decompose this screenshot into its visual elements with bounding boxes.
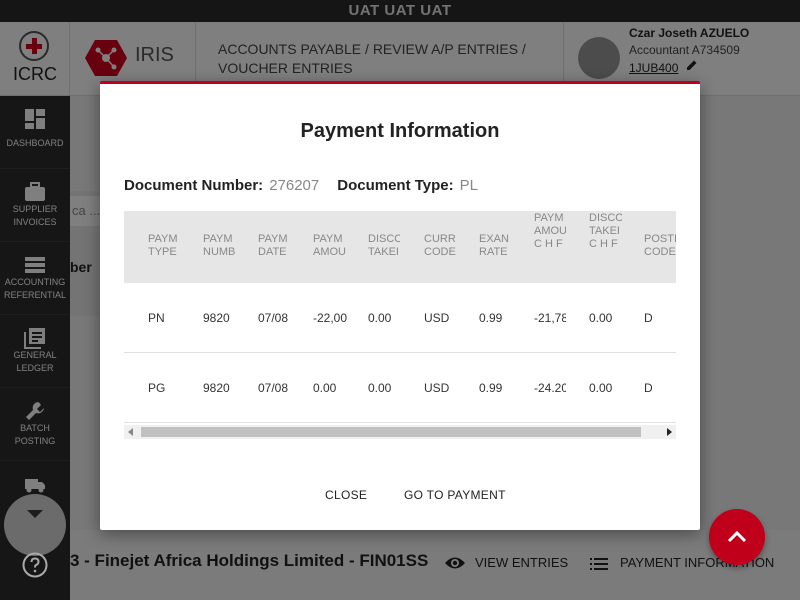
table-cell: 0.00 (368, 311, 392, 325)
table-cell: -24.20 (534, 381, 566, 395)
table-cell: -21,78 (534, 311, 566, 325)
table-cell: 0.99 (479, 311, 503, 325)
scrollbar-thumb[interactable] (141, 427, 641, 437)
column-header[interactable]: PAYM TYPE (148, 233, 184, 273)
table-cell: 9820 (203, 311, 230, 325)
column-header[interactable]: PAYM NUMB (203, 233, 235, 273)
help-icon[interactable] (22, 552, 48, 578)
collapse-sidebar-button[interactable] (4, 494, 66, 556)
scroll-left-icon[interactable] (128, 428, 133, 436)
table-header: PAYM TYPE PAYM NUMB PAYM DATE PAYM AMOU … (124, 211, 676, 283)
table-cell: 9820 (203, 381, 230, 395)
column-header[interactable]: EXAN RATE (479, 233, 511, 273)
column-header[interactable]: DISCO TAKEI (368, 233, 400, 273)
scroll-to-top-button[interactable] (709, 509, 765, 565)
column-header[interactable]: PAYM DATE (258, 233, 290, 273)
table-cell: 0.00 (368, 381, 392, 395)
table-cell: D (644, 381, 653, 395)
document-type-label: Document Type: (337, 177, 454, 194)
table-cell: 0.00 (589, 311, 613, 325)
table-cell: PN (148, 311, 165, 325)
horizontal-scrollbar[interactable] (124, 425, 676, 439)
payment-table[interactable]: PAYM TYPE PAYM NUMB PAYM DATE PAYM AMOU … (124, 211, 676, 441)
table-cell: PG (148, 381, 166, 395)
table-cell: 0.00 (313, 381, 337, 395)
chevron-up-icon (727, 530, 747, 543)
table-cell: 0.00 (589, 381, 613, 395)
close-button[interactable]: CLOSE (325, 488, 367, 502)
table-cell: USD (424, 311, 450, 325)
column-header[interactable]: PAYM AMOU C H F (534, 212, 566, 282)
table-row[interactable]: PN 9820 07/08 -22,00 0.00 USD 0.99 -21,7… (124, 283, 676, 353)
table-cell: 07/08 (258, 311, 289, 325)
document-number-label: Document Number: (124, 177, 264, 194)
column-header[interactable]: DISCO TAKEI C H F (589, 212, 622, 282)
table-cell: D (644, 311, 653, 325)
scroll-right-icon[interactable] (667, 428, 672, 436)
document-type-value: PL (459, 177, 479, 194)
column-header[interactable]: POSTI CODE (644, 233, 676, 273)
go-to-payment-button[interactable]: GO TO PAYMENT (404, 488, 506, 502)
payment-information-dialog: Payment Information Document Number: 2762… (100, 81, 700, 530)
document-number-value: 276207 (269, 177, 320, 194)
table-cell: 0.99 (479, 381, 503, 395)
dialog-title: Payment Information (300, 120, 500, 142)
table-row[interactable]: PG 9820 07/08 0.00 0.00 USD 0.99 -24.20 … (124, 353, 676, 423)
table-cell: -22,00 (313, 311, 347, 325)
column-header[interactable]: PAYM AMOU (313, 233, 346, 273)
table-cell: 07/08 (258, 381, 289, 395)
column-header[interactable]: CURR CODE (424, 233, 456, 273)
document-info: Document Number: 276207 Document Type: PL (124, 177, 496, 194)
table-cell: USD (424, 381, 450, 395)
